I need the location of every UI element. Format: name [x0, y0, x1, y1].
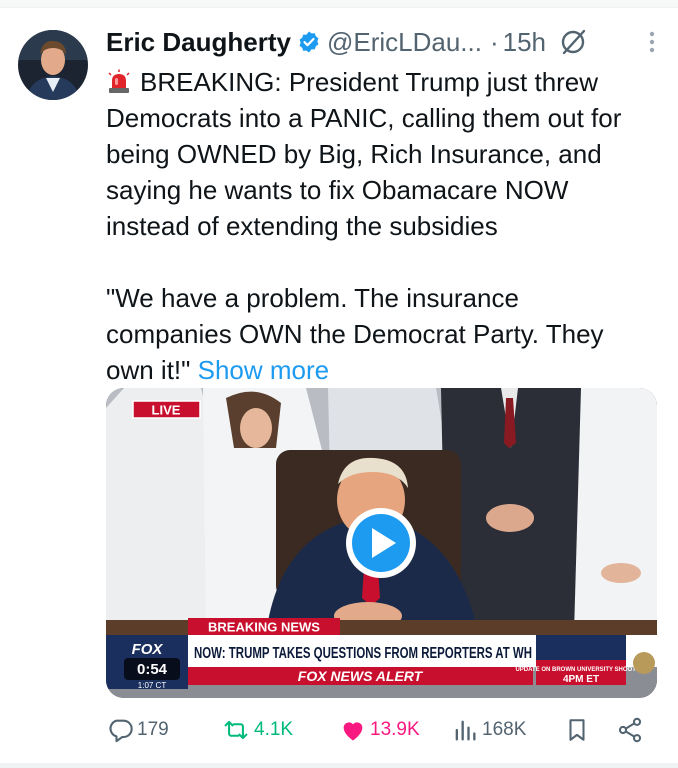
reply-icon [109, 719, 133, 743]
video-duration: 0:54 [137, 661, 168, 678]
tweet-header: Eric Daugherty @EricLDau... · 15h [106, 22, 666, 62]
timeline-divider-bottom [0, 763, 678, 768]
fox-logo: FOX [132, 641, 164, 658]
fox-news-alert: FOX NEWS ALERT [298, 668, 424, 684]
breaking-news-label: BREAKING NEWS [208, 620, 320, 635]
repost-button[interactable]: 4.1K [221, 713, 293, 747]
tweet-line-5: instead of extending the subsidies [106, 211, 498, 241]
quote-line-2: companies OWN the Democrat Party. They [106, 319, 604, 349]
show-more-link[interactable]: Show more [198, 355, 330, 385]
share-button[interactable] [616, 713, 647, 747]
bookmark-icon [569, 719, 585, 741]
timeline-divider [0, 0, 678, 8]
author-handle[interactable]: @EricLDau... [327, 27, 482, 58]
heart-icon [343, 722, 363, 741]
local-time: 1:07 CT [138, 681, 167, 690]
tweet-text: BREAKING: President Trump just threw Dem… [106, 64, 666, 388]
repost-icon [224, 720, 248, 740]
side-promo-time: 4PM ET [563, 674, 599, 685]
tweet-content: Eric Daugherty @EricLDau... · 15h BREAKI… [106, 22, 666, 388]
siren-emoji-icon [106, 67, 140, 97]
play-icon[interactable] [346, 508, 416, 578]
tweet-actions: 179 4.1K 13.9K 168K [106, 713, 666, 747]
author-name[interactable]: Eric Daugherty [106, 27, 291, 58]
quote-line-3: own it!" Show more [106, 355, 330, 385]
tweet-line-4: saying he wants to fix Obamacare NOW [106, 175, 569, 205]
reply-count: 179 [137, 719, 169, 740]
separator-dot: · [489, 26, 499, 57]
video-player[interactable]: LIVE BREAKING NEWS FOX NOW: TRUMP TAKES … [106, 388, 657, 698]
views-icon [455, 720, 476, 741]
reply-button[interactable]: 179 [106, 713, 169, 747]
side-promo: UPDATE ON BROWN UNIVERSITY SHOOTING [515, 667, 646, 673]
grok-icon[interactable] [558, 27, 588, 57]
views-button[interactable]: 168K [451, 713, 526, 747]
share-icon [618, 717, 642, 743]
live-badge: LIVE [152, 403, 181, 418]
author-avatar[interactable] [18, 30, 88, 100]
like-button[interactable]: 13.9K [339, 713, 420, 747]
tweet-line-1: BREAKING: President Trump just threw [106, 64, 666, 100]
tweet-line-3: being OWNED by Big, Rich Insurance, and [106, 139, 602, 169]
more-options-icon[interactable] [648, 30, 656, 54]
like-count: 13.9K [370, 719, 420, 740]
bookmark-button[interactable] [564, 713, 593, 747]
quote-line-1: "We have a problem. The insurance [106, 283, 519, 313]
tweet-timestamp[interactable]: 15h [503, 27, 546, 58]
tweet-line-2: Democrats into a PANIC, calling them out… [106, 103, 622, 133]
video-frame: LIVE BREAKING NEWS FOX NOW: TRUMP TAKES … [106, 388, 657, 698]
verified-badge-icon [299, 31, 319, 53]
repost-count: 4.1K [254, 719, 294, 740]
views-count: 168K [482, 719, 527, 740]
headline-text: NOW: TRUMP TAKES QUESTIONS FROM REPORTER… [194, 645, 532, 662]
